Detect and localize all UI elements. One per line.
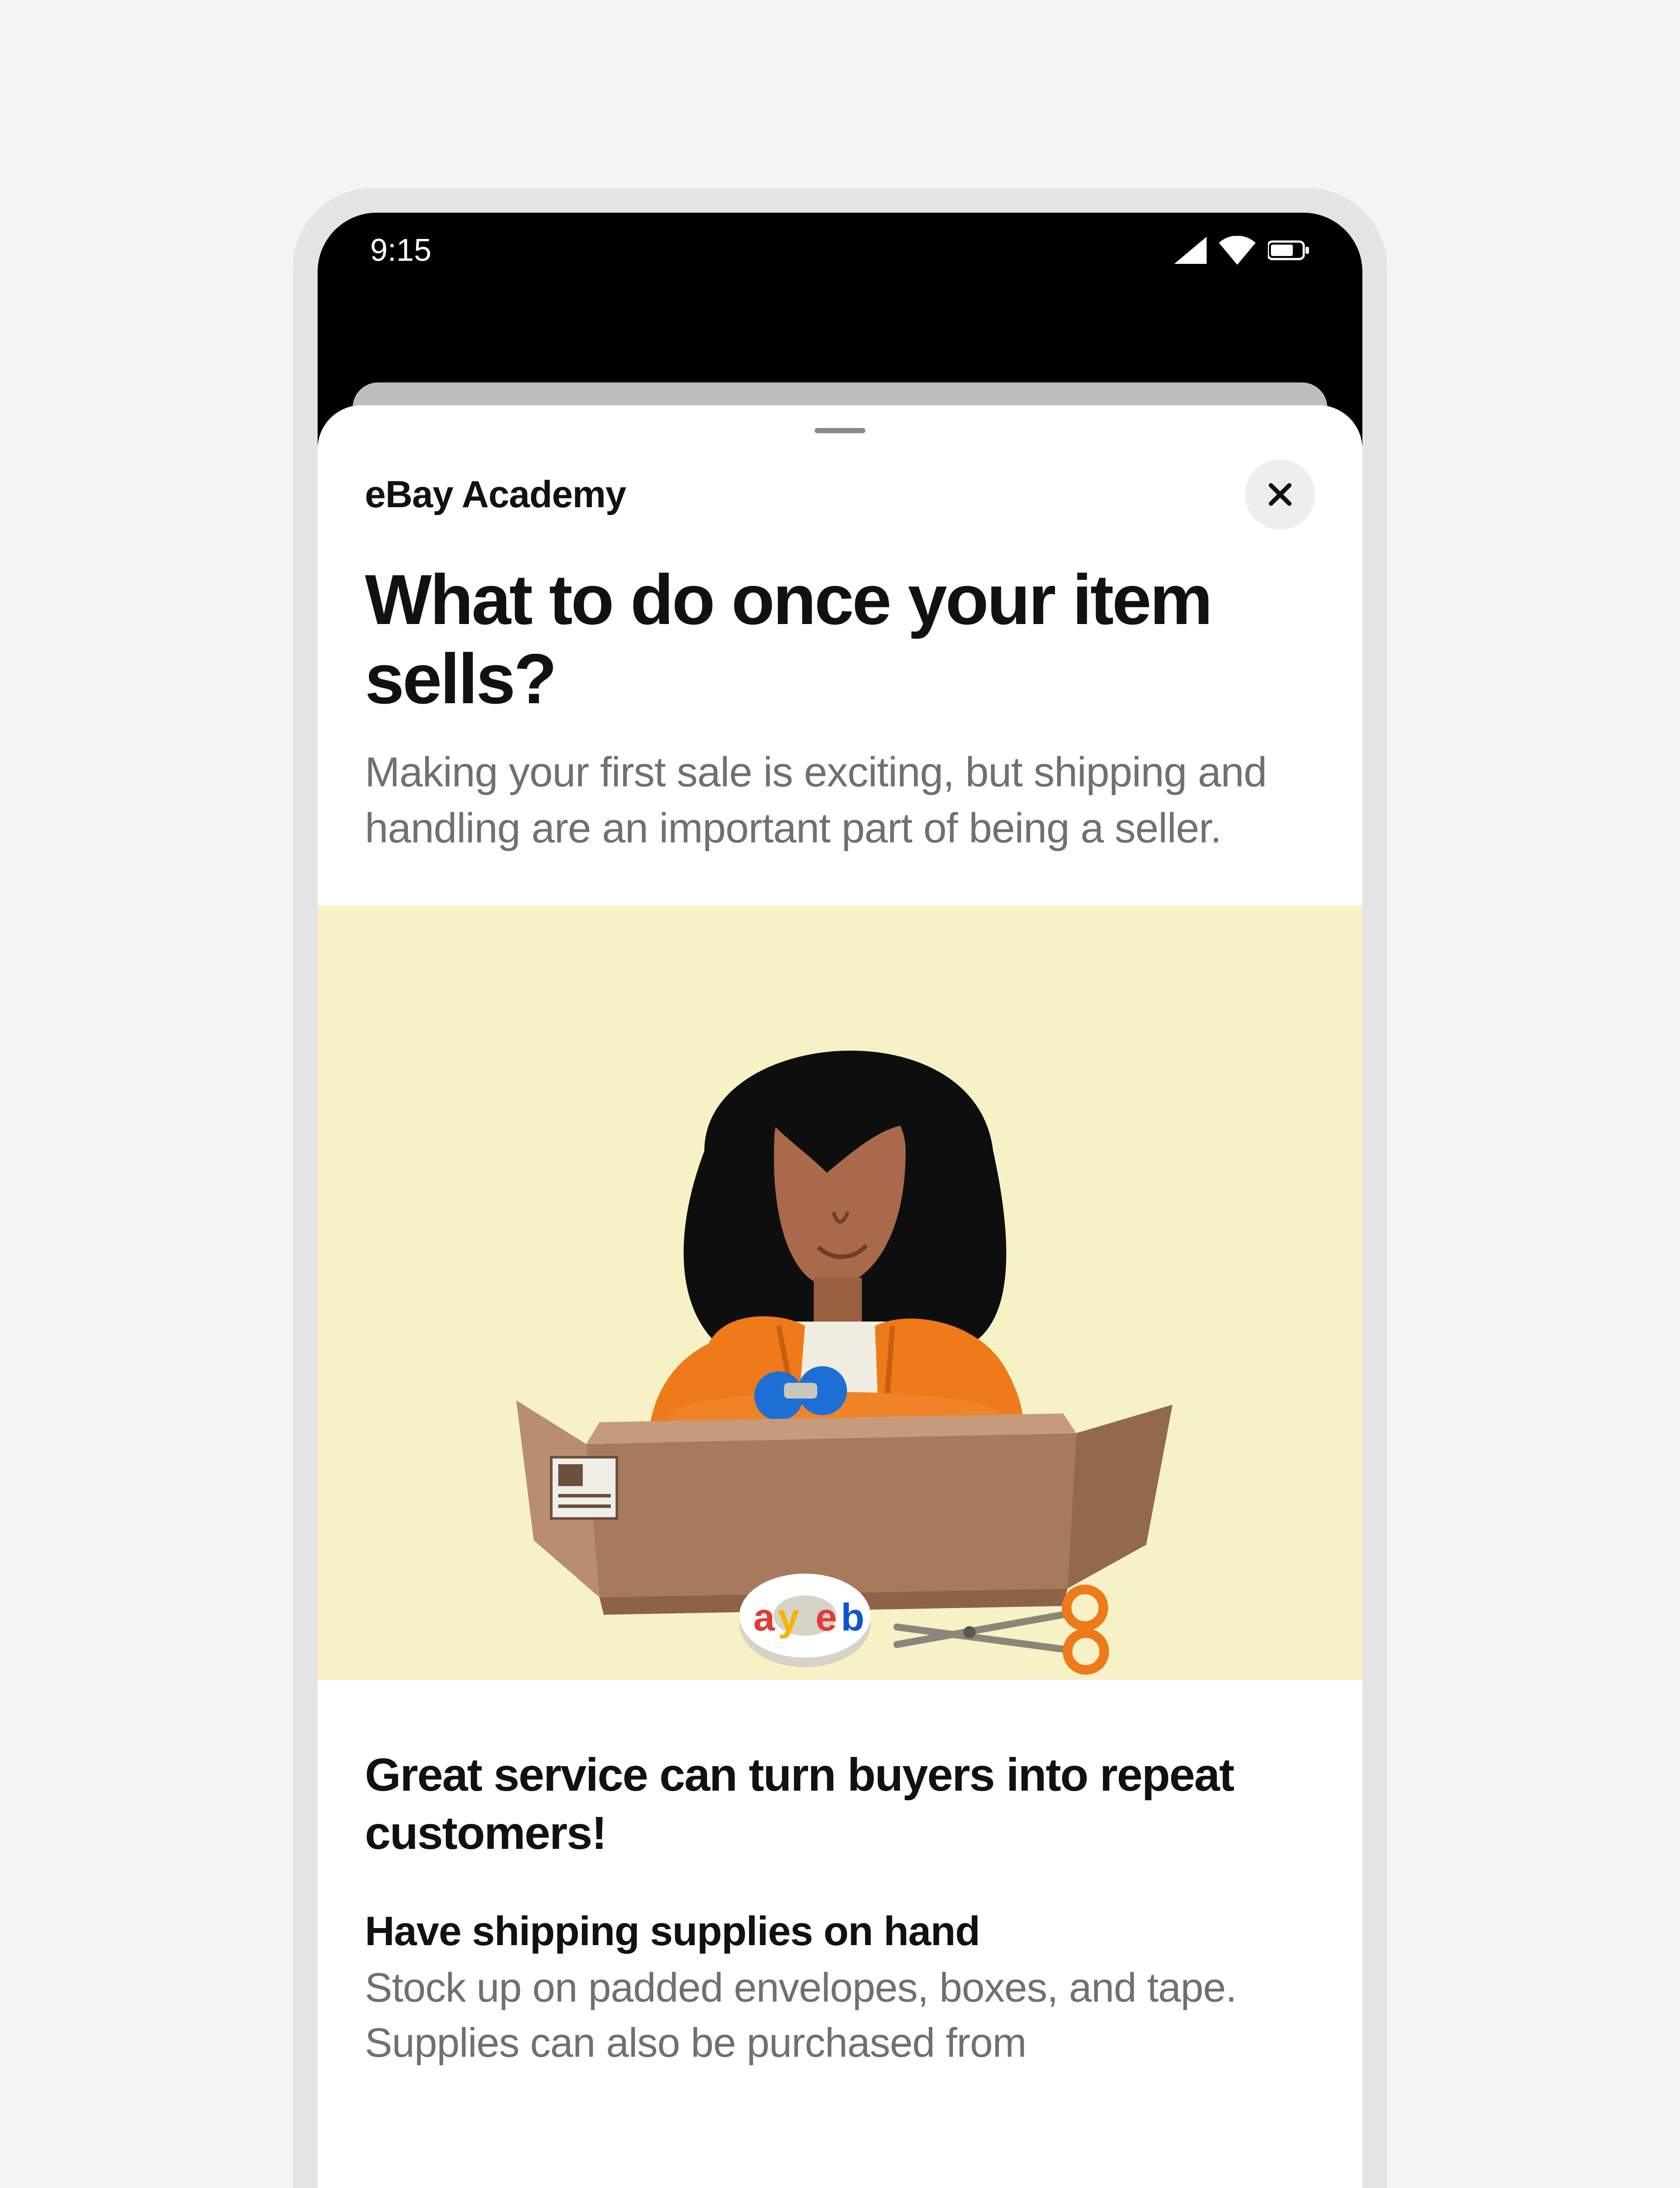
tip-heading: Have shipping supplies on hand: [365, 1907, 1315, 1955]
packing-illustration: a y e b: [402, 906, 1278, 1680]
device-frame: 9:15 eBay Academy What to do once your i…: [293, 188, 1387, 2188]
svg-text:a: a: [753, 1595, 775, 1639]
page-title: What to do once your item sells?: [365, 560, 1315, 719]
screen: 9:15 eBay Academy What to do once your i…: [318, 213, 1362, 2188]
battery-icon: [1268, 240, 1310, 261]
status-time: 9:15: [370, 232, 431, 268]
page-subtitle: Making your first sale is exciting, but …: [365, 744, 1315, 856]
svg-text:b: b: [841, 1595, 864, 1639]
svg-text:e: e: [816, 1595, 837, 1639]
hero-illustration: a y e b: [318, 906, 1362, 1680]
close-icon: [1265, 479, 1295, 510]
sheet-intro: What to do once your item sells? Making …: [318, 560, 1362, 856]
drag-handle[interactable]: [815, 428, 865, 433]
wifi-icon: [1219, 236, 1256, 265]
sheet-body: Great service can turn buyers into repea…: [318, 1680, 1362, 2070]
svg-text:y: y: [778, 1595, 799, 1639]
sheet-header: eBay Academy: [318, 459, 1362, 560]
tip-body: Stock up on padded envelopes, boxes, and…: [365, 1960, 1315, 2070]
status-icons: [1174, 236, 1310, 265]
close-button[interactable]: [1245, 459, 1315, 529]
status-bar: 9:15: [318, 213, 1362, 288]
cellular-icon: [1174, 237, 1207, 264]
sheet-title-label: eBay Academy: [365, 473, 626, 516]
section-heading: Great service can turn buyers into repea…: [365, 1746, 1315, 1862]
bottom-sheet: eBay Academy What to do once your item s…: [318, 405, 1362, 2188]
